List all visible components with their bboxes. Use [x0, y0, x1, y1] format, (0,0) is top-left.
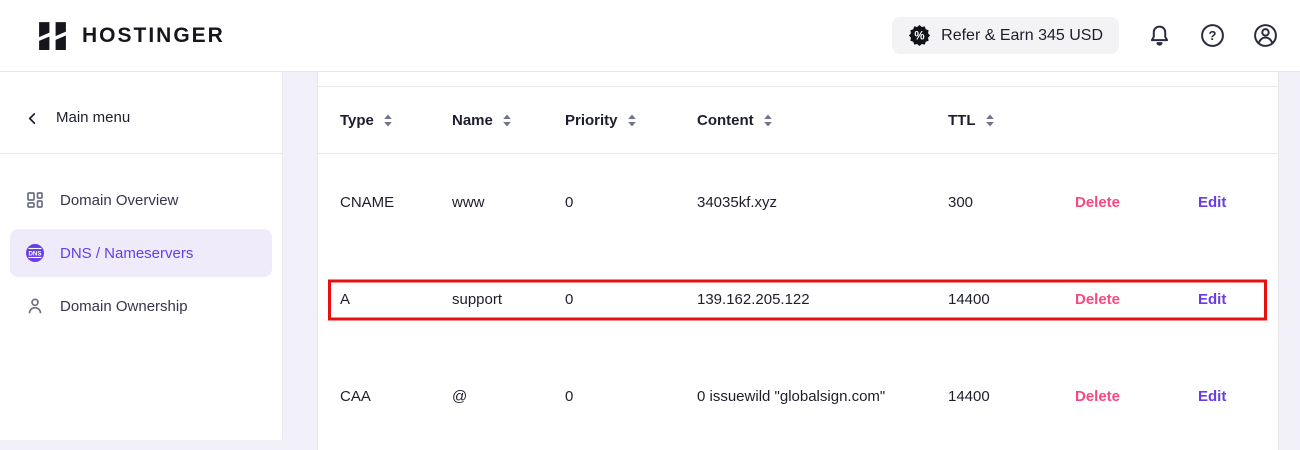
sidebar-menu: Domain Overview DNS DNS / Nameservers	[0, 154, 282, 357]
sidebar-item-domain-overview[interactable]: Domain Overview	[10, 176, 272, 224]
sidebar: Main menu Domain Overview DNS	[0, 72, 283, 440]
hostinger-logo[interactable]: HOSTINGER	[36, 19, 225, 52]
card-top-divider	[318, 72, 1278, 87]
percent-badge-icon: %	[908, 24, 931, 47]
sort-icon[interactable]	[985, 114, 995, 127]
cell-type: CNAME	[340, 189, 452, 216]
dns-globe-icon: DNS	[25, 243, 45, 263]
column-label: TTL	[948, 112, 976, 129]
sort-icon[interactable]	[502, 114, 512, 127]
sort-icon[interactable]	[383, 114, 393, 127]
sidebar-item-label: DNS / Nameservers	[60, 245, 193, 262]
column-label: Priority	[565, 112, 618, 129]
delete-record-button[interactable]: Delete	[1075, 194, 1120, 211]
edit-record-button[interactable]: Edit	[1198, 291, 1226, 308]
column-header-ttl[interactable]: TTL	[948, 112, 1075, 129]
sidebar-item-dns-nameservers[interactable]: DNS DNS / Nameservers	[10, 229, 272, 277]
column-header-priority[interactable]: Priority	[565, 112, 697, 129]
help-icon[interactable]: ?	[1200, 23, 1225, 48]
top-navbar: HOSTINGER % Refer & Earn 345 USD ?	[0, 0, 1300, 72]
hostinger-logo-icon	[36, 19, 69, 52]
cell-ttl: 300	[948, 189, 1075, 216]
sort-icon[interactable]	[627, 114, 637, 127]
cell-name: support	[452, 286, 565, 313]
cell-name: @	[452, 383, 565, 410]
delete-record-button[interactable]: Delete	[1075, 291, 1120, 308]
column-header-content[interactable]: Content	[697, 112, 948, 129]
cell-priority: 0	[565, 383, 697, 410]
column-header-type[interactable]: Type	[340, 112, 452, 129]
svg-text:DNS: DNS	[28, 250, 41, 257]
edit-record-button[interactable]: Edit	[1198, 388, 1226, 405]
column-label: Type	[340, 112, 374, 129]
cell-content: 0 issuewild "globalsign.com"	[697, 383, 899, 410]
svg-text:?: ?	[1209, 28, 1217, 43]
sidebar-item-domain-ownership[interactable]: Domain Ownership	[10, 282, 272, 330]
edit-record-button[interactable]: Edit	[1198, 194, 1226, 211]
cell-name: www	[452, 189, 565, 216]
navbar-actions: % Refer & Earn 345 USD ?	[892, 17, 1278, 54]
cell-ttl: 14400	[948, 383, 1075, 410]
account-avatar-icon[interactable]	[1253, 23, 1278, 48]
table-row: CAA @ 0 0 issuewild "globalsign.com" 144…	[318, 348, 1278, 445]
sort-icon[interactable]	[763, 114, 773, 127]
table-row-highlighted: A support 0 139.162.205.122 14400 Delete…	[318, 251, 1278, 348]
dns-records-card: Type Name Priority Content TTL	[317, 72, 1279, 450]
table-row: CNAME www 0 34035kf.xyz 300 Delete Edit	[318, 154, 1278, 251]
cell-type: CAA	[340, 383, 452, 410]
sidebar-item-label: Domain Overview	[60, 192, 178, 209]
cell-content: 139.162.205.122	[697, 286, 899, 313]
refer-earn-button[interactable]: % Refer & Earn 345 USD	[892, 17, 1119, 54]
table-header-row: Type Name Priority Content TTL	[318, 87, 1278, 154]
person-icon	[25, 296, 45, 316]
main-menu-label: Main menu	[56, 106, 130, 130]
column-label: Content	[697, 112, 754, 129]
cell-priority: 0	[565, 286, 697, 313]
column-header-name[interactable]: Name	[452, 112, 565, 129]
cell-ttl: 14400	[948, 286, 1075, 313]
main-menu-back-button[interactable]: Main menu	[0, 72, 282, 154]
column-label: Name	[452, 112, 493, 129]
sidebar-item-label: Domain Ownership	[60, 298, 188, 315]
grid-icon	[25, 190, 45, 210]
chevron-left-icon	[26, 112, 39, 125]
svg-text:%: %	[915, 31, 925, 43]
refer-earn-label: Refer & Earn 345 USD	[941, 27, 1103, 45]
cell-priority: 0	[565, 189, 697, 216]
brand-name: HOSTINGER	[82, 24, 225, 48]
notifications-bell-icon[interactable]	[1147, 23, 1172, 48]
cell-type: A	[340, 286, 452, 313]
delete-record-button[interactable]: Delete	[1075, 388, 1120, 405]
cell-content: 34035kf.xyz	[697, 189, 899, 216]
